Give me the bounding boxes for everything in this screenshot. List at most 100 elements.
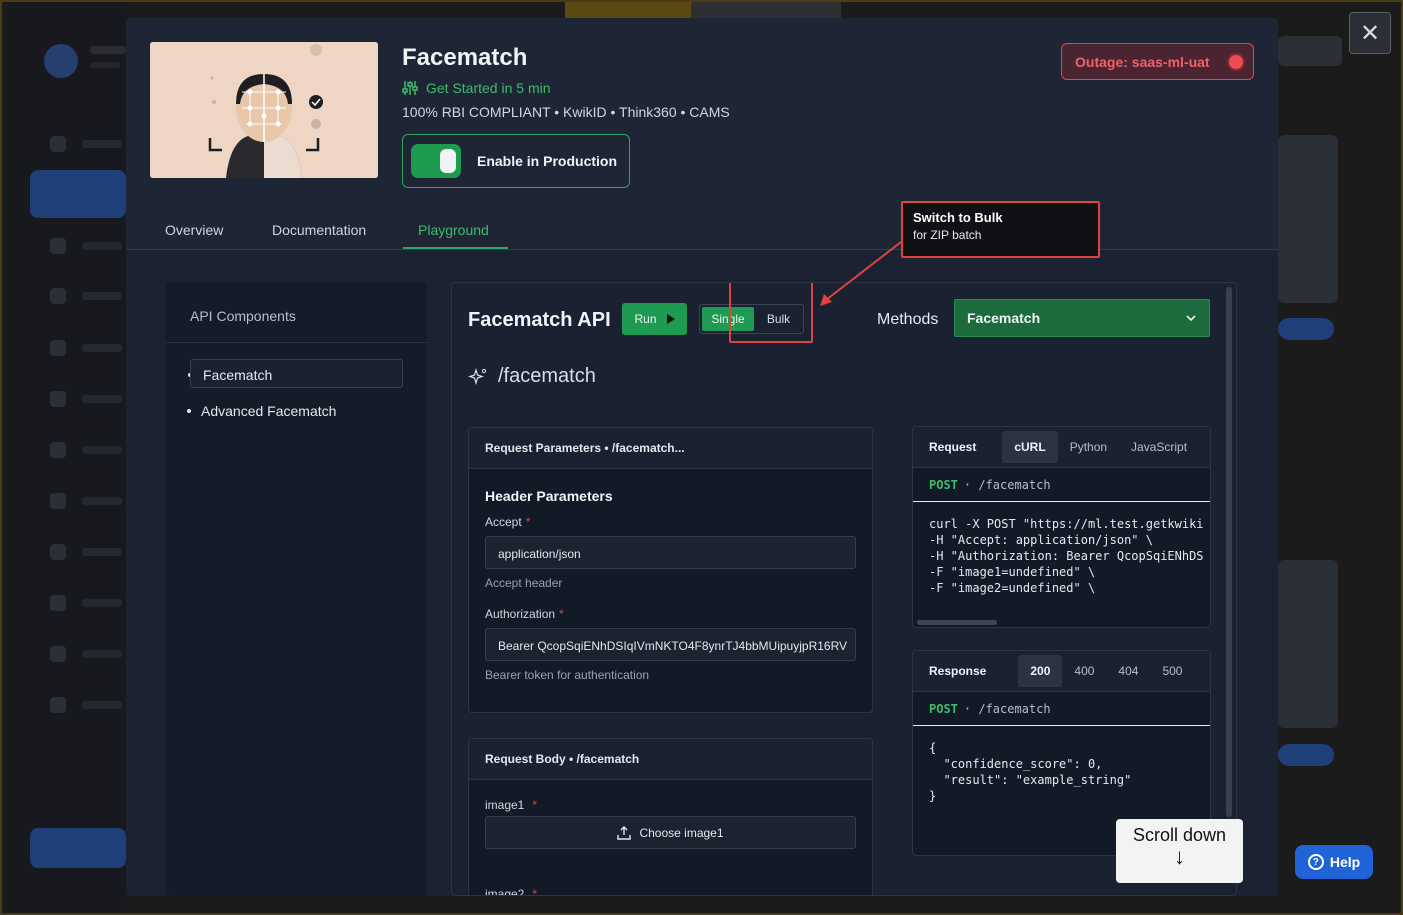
help-button[interactable]: ? Help: [1295, 845, 1373, 879]
response-code-block: { "confidence_score": 0, "result": "exam…: [929, 741, 1132, 803]
endpoint-path: /facematch: [498, 365, 596, 387]
active-tab-indicator: [403, 247, 508, 249]
request-parameters-card: Request Parameters • /facematch... Heade…: [468, 427, 873, 713]
tab-playground[interactable]: Playground: [418, 222, 489, 238]
enable-production-label: Enable in Production: [477, 153, 618, 169]
help-label: Help: [1329, 854, 1361, 870]
response-code-tabs: Response 200 400 404 500: [913, 651, 1210, 692]
background-right-pill: [1278, 318, 1334, 340]
enable-production-toggle[interactable]: Enable in Production: [402, 134, 630, 188]
http-method-badge: POST: [929, 701, 958, 716]
background-logo-text: [90, 46, 126, 54]
product-modal: Facematch Get Started in 5 min 100% RBI …: [126, 18, 1278, 896]
chevron-down-icon: [1186, 315, 1196, 322]
tab-overview[interactable]: Overview: [165, 222, 223, 238]
background-nav-item: [50, 391, 122, 407]
background-bottom-button: [30, 828, 126, 868]
run-label: Run: [634, 312, 657, 326]
choose-image1-label: Choose image1: [639, 825, 724, 840]
background-nav-item: [50, 340, 122, 356]
scroll-down-hint: Scroll down ↓: [1116, 819, 1243, 883]
get-started-label: Get Started in 5 min: [426, 80, 551, 96]
tab-python[interactable]: Python: [1058, 431, 1119, 463]
choose-image1-button[interactable]: Choose image1: [485, 816, 856, 849]
accept-input[interactable]: application/json: [485, 536, 856, 569]
response-endpoint-line: POST · /facematch: [913, 692, 1210, 726]
background-nav-item: [50, 646, 122, 662]
tab-status-400[interactable]: 400: [1062, 655, 1106, 687]
sparkle-icon: [468, 367, 487, 385]
background-right-card: [1278, 135, 1338, 303]
response-code-label: Response: [929, 664, 987, 678]
outage-badge[interactable]: Outage: saas-ml-uat: [1061, 43, 1254, 80]
tab-javascript[interactable]: JavaScript: [1119, 431, 1199, 463]
methods-select[interactable]: Facematch: [954, 299, 1210, 337]
run-button[interactable]: Run: [622, 303, 687, 335]
api-components-title: API Components: [190, 308, 296, 324]
background-nav-item: [50, 544, 122, 560]
methods-selected-value: Facematch: [967, 310, 1041, 326]
background-nav-item: [50, 442, 122, 458]
background-right-control: [1278, 36, 1342, 66]
background-nav-item: [50, 136, 122, 152]
request-endpoint-line: POST · /facematch: [913, 468, 1210, 502]
tab-curl[interactable]: cURL: [1002, 431, 1058, 463]
background-nav-item: [50, 238, 122, 254]
play-icon: [666, 314, 675, 324]
toggle-switch[interactable]: [411, 144, 461, 178]
compliance-text: 100% RBI COMPLIANT • KwikID • Think360 •…: [402, 104, 730, 120]
get-started-link[interactable]: Get Started in 5 min: [402, 80, 551, 96]
mode-switch: Single Bulk: [699, 304, 804, 334]
request-code-label: Request: [929, 440, 977, 454]
question-circle-icon: ?: [1307, 854, 1324, 870]
status-dot-icon: [1229, 54, 1243, 69]
vertical-scrollbar[interactable]: [1226, 287, 1232, 817]
component-item-facematch[interactable]: Facematch: [190, 359, 403, 388]
tab-status-200[interactable]: 200: [1018, 655, 1063, 687]
request-code-block: curl -X POST "https://ml.test.getkwiki -…: [929, 517, 1204, 595]
authorization-help-text: Bearer token for authentication: [485, 668, 650, 682]
bulk-mode-button[interactable]: Bulk: [756, 307, 801, 331]
background-top-tab: [565, 0, 691, 18]
horizontal-scrollbar[interactable]: [917, 620, 997, 625]
sliders-icon: [402, 81, 418, 95]
background-top-tab: [691, 0, 841, 18]
tab-documentation[interactable]: Documentation: [272, 222, 366, 238]
tab-status-500[interactable]: 500: [1150, 655, 1194, 687]
callout-subtitle: for ZIP batch: [913, 228, 982, 242]
request-code-card: Request cURL Python JavaScript POST · /f…: [912, 426, 1211, 628]
request-body-card: Request Body • /facematch image1 * Choose…: [468, 738, 873, 896]
background-right-pill: [1278, 744, 1334, 766]
header-parameters-title: Header Parameters: [485, 488, 613, 504]
response-endpoint-path: · /facematch: [963, 701, 1051, 716]
tab-bar: Overview Documentation Playground: [126, 210, 1278, 250]
callout-title: Switch to Bulk: [913, 210, 1003, 225]
bullet-icon: [187, 409, 191, 413]
api-components-panel: API Components Facematch Advanced Facema…: [166, 282, 427, 896]
upload-icon: [617, 825, 632, 840]
background-nav-active: [30, 170, 126, 218]
authorization-label: Authorization *: [485, 607, 564, 621]
request-code-tabs: Request cURL Python JavaScript: [913, 427, 1210, 468]
arrow-down-icon: ↓: [1174, 844, 1185, 869]
scroll-down-text: Scroll down: [1132, 825, 1227, 845]
single-mode-button[interactable]: Single: [702, 307, 754, 331]
background-nav-item: [50, 288, 122, 304]
authorization-input[interactable]: Bearer QcopSqiENhDSIqIVmNKTO4F8ynrTJ4bbM…: [485, 628, 856, 661]
product-hero-image: [150, 42, 378, 178]
component-item-advanced-facematch[interactable]: Advanced Facematch: [201, 403, 336, 419]
background-right-card: [1278, 560, 1338, 728]
http-method-badge: POST: [929, 477, 958, 492]
face-scan-illustration-icon: [150, 42, 378, 178]
background-nav-item: [50, 697, 122, 713]
image2-label: image2 *: [485, 887, 538, 896]
background-logo: [44, 44, 78, 78]
divider: [166, 342, 427, 343]
close-modal-button[interactable]: ✕: [1349, 12, 1391, 54]
outage-label: Outage: saas-ml-uat: [1075, 53, 1210, 70]
tab-status-404[interactable]: 404: [1106, 655, 1150, 687]
background-nav-item: [50, 595, 122, 611]
accept-help-text: Accept header: [485, 576, 563, 590]
close-icon: ✕: [1359, 19, 1381, 47]
request-endpoint-path: · /facematch: [963, 477, 1051, 492]
